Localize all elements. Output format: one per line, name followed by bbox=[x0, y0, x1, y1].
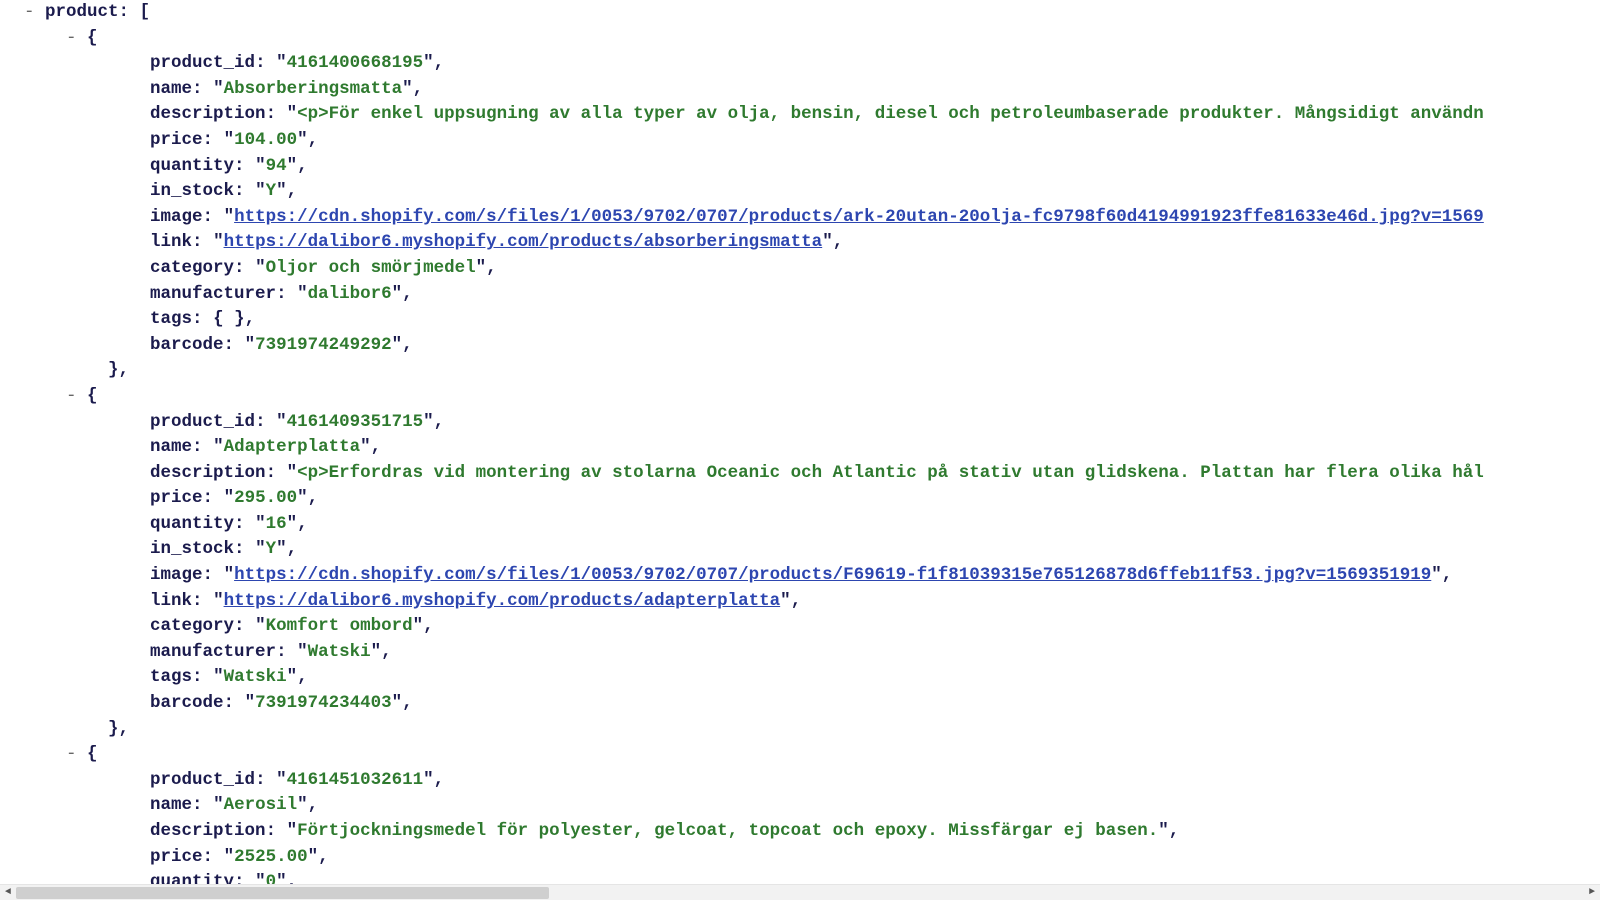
json-string-value: 4161451032611 bbox=[287, 770, 424, 790]
json-key: product_id bbox=[150, 770, 255, 790]
scroll-right-button[interactable]: ► bbox=[1584, 885, 1600, 900]
json-string-value: Aerosil bbox=[224, 795, 298, 815]
json-key: tags bbox=[150, 309, 192, 329]
json-key: category bbox=[150, 616, 234, 636]
json-string-value: 16 bbox=[266, 514, 287, 534]
json-string-value: Förtjockningsmedel för polyester, gelcoa… bbox=[297, 821, 1158, 841]
scrollbar-thumb[interactable] bbox=[16, 887, 549, 899]
json-string-value: 94 bbox=[266, 156, 287, 176]
json-key: tags bbox=[150, 667, 192, 687]
json-key: product_id bbox=[150, 412, 255, 432]
json-string-value: Y bbox=[266, 181, 277, 201]
json-key: price bbox=[150, 847, 203, 867]
json-key: product_id bbox=[150, 53, 255, 73]
json-url-value[interactable]: https://cdn.shopify.com/s/files/1/0053/9… bbox=[234, 565, 1431, 585]
object-open-brace: { bbox=[87, 28, 98, 48]
json-string-value: Komfort ombord bbox=[266, 616, 413, 636]
json-string-value: <p>För enkel uppsugning av alla typer av… bbox=[297, 104, 1484, 124]
json-key: price bbox=[150, 488, 203, 508]
json-string-value: 295.00 bbox=[234, 488, 297, 508]
collapse-toggle-icon[interactable]: - bbox=[24, 2, 45, 22]
json-string-value: Absorberingsmatta bbox=[224, 79, 403, 99]
json-key: name bbox=[150, 79, 192, 99]
object-close-brace: }, bbox=[108, 719, 129, 739]
json-key: description bbox=[150, 463, 266, 483]
object-close-brace: }, bbox=[108, 360, 129, 380]
json-string-value: 4161409351715 bbox=[287, 412, 424, 432]
json-empty-object: { } bbox=[213, 309, 245, 329]
json-key: name bbox=[150, 795, 192, 815]
json-string-value: 7391974249292 bbox=[255, 335, 392, 355]
collapse-toggle-icon[interactable]: - bbox=[66, 386, 87, 406]
json-key: quantity bbox=[150, 156, 234, 176]
object-open-brace: { bbox=[87, 744, 98, 764]
json-string-value: 7391974234403 bbox=[255, 693, 392, 713]
json-string-value: 2525.00 bbox=[234, 847, 308, 867]
collapse-toggle-icon[interactable]: - bbox=[66, 28, 87, 48]
json-tree: - product: [ - { product_id: "4161400668… bbox=[0, 0, 1600, 896]
json-key: image bbox=[150, 207, 203, 227]
collapse-toggle-icon[interactable]: - bbox=[66, 744, 87, 764]
json-key: category bbox=[150, 258, 234, 278]
json-key: price bbox=[150, 130, 203, 150]
json-url-value[interactable]: https://dalibor6.myshopify.com/products/… bbox=[224, 232, 823, 252]
json-key: description bbox=[150, 821, 266, 841]
json-string-value: Watski bbox=[308, 642, 371, 662]
horizontal-scrollbar[interactable]: ◄ ► bbox=[0, 884, 1600, 900]
scroll-left-button[interactable]: ◄ bbox=[0, 885, 16, 900]
json-key: in_stock bbox=[150, 181, 234, 201]
json-key: description bbox=[150, 104, 266, 124]
json-key: barcode bbox=[150, 335, 224, 355]
json-key: image bbox=[150, 565, 203, 585]
json-key: in_stock bbox=[150, 539, 234, 559]
scrollbar-track[interactable] bbox=[16, 885, 1584, 900]
json-key: manufacturer bbox=[150, 642, 276, 662]
json-key: barcode bbox=[150, 693, 224, 713]
json-url-value[interactable]: https://dalibor6.myshopify.com/products/… bbox=[224, 591, 781, 611]
json-string-value: Y bbox=[266, 539, 277, 559]
json-url-value[interactable]: https://cdn.shopify.com/s/files/1/0053/9… bbox=[234, 207, 1484, 227]
json-string-value: <p>Erfordras vid montering av stolarna O… bbox=[297, 463, 1484, 483]
json-key: link bbox=[150, 232, 192, 252]
json-string-value: Watski bbox=[224, 667, 287, 687]
json-key: link bbox=[150, 591, 192, 611]
json-key: quantity bbox=[150, 514, 234, 534]
json-key: name bbox=[150, 437, 192, 457]
json-key: product bbox=[45, 2, 119, 22]
json-string-value: Oljor och smörjmedel bbox=[266, 258, 476, 278]
json-string-value: Adapterplatta bbox=[224, 437, 361, 457]
json-string-value: 4161400668195 bbox=[287, 53, 424, 73]
json-string-value: dalibor6 bbox=[308, 284, 392, 304]
json-string-value: 104.00 bbox=[234, 130, 297, 150]
object-open-brace: { bbox=[87, 386, 98, 406]
json-key: manufacturer bbox=[150, 284, 276, 304]
json-tree-viewport: - product: [ - { product_id: "4161400668… bbox=[0, 0, 1600, 900]
